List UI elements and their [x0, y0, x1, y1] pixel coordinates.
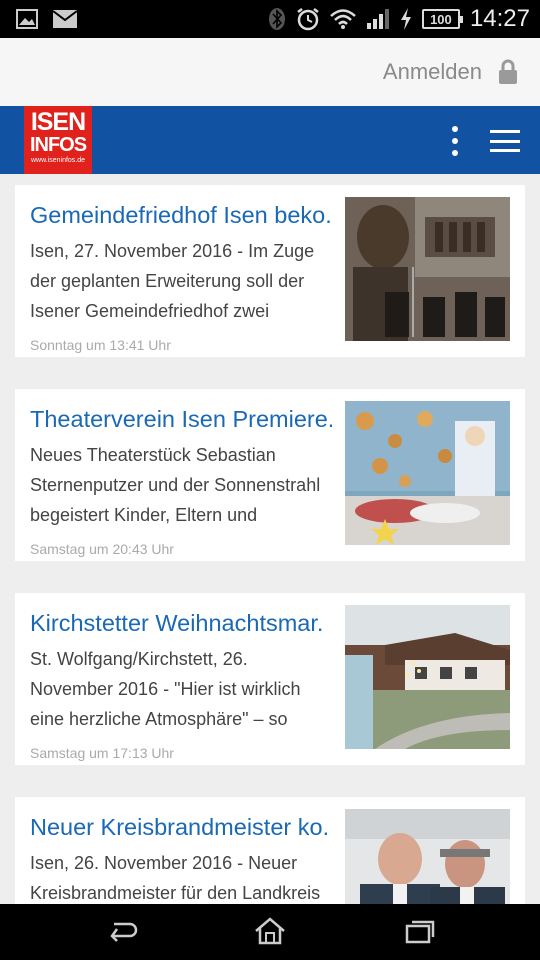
- article-card[interactable]: Kirchstetter Weihnachtsmar. St. Wolfgang…: [15, 593, 525, 765]
- article-date: Samstag um 17:13 Uhr: [30, 745, 174, 761]
- article-thumbnail[interactable]: [345, 197, 510, 341]
- article-title[interactable]: Kirchstetter Weihnachtsmar.: [30, 610, 332, 637]
- wifi-icon: [330, 9, 356, 29]
- article-card[interactable]: Neuer Kreisbrandmeister ko. Isen, 26. No…: [15, 797, 525, 904]
- article-excerpt: St. Wolfgang/Kirchstett, 26. November 20…: [30, 649, 301, 729]
- article-card[interactable]: Theaterverein Isen Premiere. Neues Theat…: [15, 389, 525, 561]
- back-icon[interactable]: [104, 916, 138, 946]
- isen-infos-logo[interactable]: ISEN INFOS www.iseninfos.de: [24, 106, 92, 174]
- menu-icon[interactable]: [490, 130, 520, 152]
- home-icon[interactable]: [253, 916, 287, 946]
- signal-icon: [366, 9, 389, 29]
- image-icon: [16, 9, 38, 29]
- login-bar: Anmelden: [0, 38, 540, 106]
- logo-line1: ISEN: [30, 108, 86, 136]
- battery-indicator: 100: [421, 9, 463, 29]
- article-title[interactable]: Neuer Kreisbrandmeister ko.: [30, 814, 332, 841]
- recent-apps-icon[interactable]: [403, 916, 437, 946]
- login-link[interactable]: Anmelden: [383, 59, 482, 85]
- article-date: Sonntag um 13:41 Uhr: [30, 337, 171, 353]
- mail-icon: [52, 10, 78, 28]
- article-thumbnail[interactable]: [345, 605, 510, 749]
- article-thumbnail[interactable]: [345, 809, 510, 904]
- app-toolbar: ISEN INFOS www.iseninfos.de: [0, 106, 540, 174]
- article-title[interactable]: Theaterverein Isen Premiere.: [30, 406, 332, 433]
- system-navigation-bar: [0, 904, 540, 960]
- bluetooth-icon: [268, 8, 285, 30]
- article-excerpt: Isen, 27. November 2016 - Im Zuge der ge…: [30, 241, 315, 321]
- article-feed: Gemeindefriedhof Isen beko. Isen, 27. No…: [0, 174, 540, 904]
- charging-icon: [400, 8, 411, 30]
- status-bar: 100 14:27: [0, 0, 540, 38]
- lock-icon[interactable]: [498, 59, 518, 85]
- alarm-icon: [297, 8, 319, 31]
- logo-url: www.iseninfos.de: [30, 157, 86, 164]
- article-thumbnail[interactable]: [345, 401, 510, 545]
- article-excerpt: Neues Theaterstück Sebastian Sternenputz…: [30, 445, 321, 525]
- article-excerpt: Isen, 26. November 2016 - Neuer Kreisbra…: [30, 853, 321, 903]
- article-card[interactable]: Gemeindefriedhof Isen beko. Isen, 27. No…: [15, 185, 525, 357]
- status-time: 14:27: [469, 5, 530, 32]
- article-date: Samstag um 20:43 Uhr: [30, 541, 174, 557]
- article-title[interactable]: Gemeindefriedhof Isen beko.: [30, 202, 332, 229]
- logo-line2: INFOS: [29, 134, 87, 156]
- app-screen: Anmelden ISEN INFOS www.iseninfos.de Gem…: [0, 38, 540, 904]
- more-options-icon[interactable]: [443, 126, 467, 156]
